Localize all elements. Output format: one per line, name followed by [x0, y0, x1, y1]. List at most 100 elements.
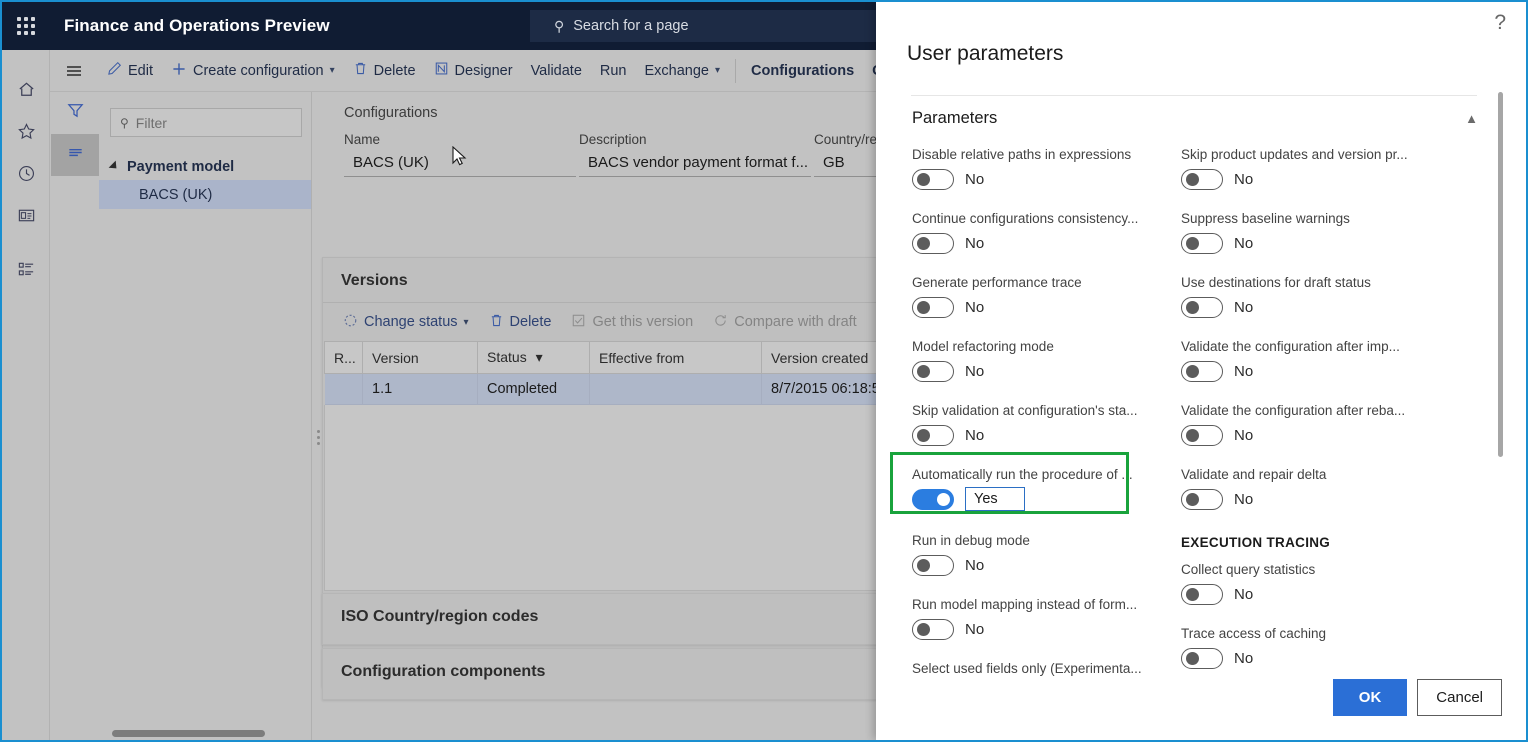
param-run-model-mapping: Run model mapping instead of form... No: [912, 597, 1164, 641]
field-description: Description BACS vendor payment format f…: [579, 132, 811, 177]
tree-group-payment-model[interactable]: Payment model: [99, 154, 311, 180]
param-label: Trace access of caching: [1181, 626, 1327, 641]
column-header-r[interactable]: R...: [324, 341, 363, 374]
app-window: Finance and Operations Preview ⚲ Search …: [0, 0, 1528, 742]
toggle-switch[interactable]: [1181, 360, 1223, 382]
delete-label: Delete: [373, 62, 416, 79]
toggle-switch[interactable]: [1181, 296, 1223, 318]
run-button[interactable]: Run: [591, 50, 636, 92]
list-pane-toggle[interactable]: [51, 134, 99, 176]
toggle-switch[interactable]: [1181, 424, 1223, 446]
question-mark-icon[interactable]: ?: [1494, 12, 1506, 33]
filter-input[interactable]: ⚲ Filter: [110, 108, 302, 137]
sidebar-item-recent[interactable]: [2, 152, 50, 194]
exchange-button[interactable]: Exchange ▾: [636, 50, 730, 92]
change-status-button[interactable]: Change status ▾: [333, 313, 479, 332]
edit-label: Edit: [128, 62, 153, 79]
workspace-icon: [17, 206, 36, 225]
chevron-down-icon: ▾: [715, 65, 721, 76]
field-description-value[interactable]: BACS vendor payment format f...: [579, 152, 811, 177]
pane-resize-handle[interactable]: [317, 430, 320, 445]
trash-icon: [489, 313, 504, 332]
toggle-switch[interactable]: [912, 232, 954, 254]
toggle-switch[interactable]: [912, 488, 954, 510]
param-label: Validate the configuration after reba...: [1181, 403, 1406, 418]
exchange-label: Exchange: [644, 62, 710, 79]
param-label: Skip validation at configuration's sta..…: [912, 403, 1138, 418]
validate-button[interactable]: Validate: [522, 50, 591, 92]
field-name-value[interactable]: BACS (UK): [344, 152, 576, 177]
left-icon-rail: [2, 50, 50, 740]
param-trace-access-of-caching: Trace access of caching No: [1181, 626, 1433, 670]
versions-delete-button[interactable]: Delete: [479, 313, 562, 332]
nav-menu-toggle-icon[interactable]: [50, 50, 98, 92]
get-this-version-button[interactable]: Get this version: [561, 313, 703, 332]
app-launcher-icon[interactable]: [2, 2, 50, 50]
toggle-value[interactable]: Yes: [965, 487, 1025, 511]
sidebar-item-modules[interactable]: [2, 248, 50, 290]
toggle-switch[interactable]: [912, 360, 954, 382]
param-run-in-debug-mode: Run in debug mode No: [912, 533, 1164, 577]
filter-icon: ▾: [535, 349, 543, 365]
cell-version: 1.1: [362, 373, 478, 405]
field-name: Name BACS (UK): [344, 132, 576, 177]
sidebar-item-home[interactable]: [2, 68, 50, 110]
toggle-value: No: [965, 362, 985, 380]
toggle-value: No: [1234, 426, 1254, 444]
toggle-switch[interactable]: [912, 618, 954, 640]
list-pane-horizontal-scrollbar[interactable]: [112, 730, 265, 737]
list-item-bacs-uk[interactable]: BACS (UK): [99, 180, 311, 209]
trash-icon: [353, 61, 368, 80]
cell-r: [324, 373, 363, 405]
delete-button[interactable]: Delete: [344, 50, 425, 92]
edit-button[interactable]: Edit: [98, 50, 162, 92]
toggle-switch[interactable]: [1181, 488, 1223, 510]
parameters-group-header[interactable]: Parameters ▲: [912, 109, 1478, 128]
toggle-switch[interactable]: [912, 168, 954, 190]
designer-button[interactable]: Designer: [425, 50, 522, 92]
param-label: Validate the configuration after imp...: [1181, 339, 1400, 354]
toggle-value: No: [1234, 585, 1254, 603]
cell-status: Completed: [477, 373, 590, 405]
cancel-button[interactable]: Cancel: [1417, 679, 1502, 716]
toggle-switch[interactable]: [912, 296, 954, 318]
toggle-switch[interactable]: [1181, 583, 1223, 605]
list-lines-icon: [66, 143, 85, 167]
param-label: Automatically run the procedure of ...: [912, 467, 1133, 482]
toggle-switch[interactable]: [1181, 232, 1223, 254]
param-label: Collect query statistics: [1181, 562, 1316, 577]
sidebar-item-workspaces[interactable]: [2, 194, 50, 236]
toggle-switch[interactable]: [912, 424, 954, 446]
param-label: Validate and repair delta: [1181, 467, 1327, 482]
tab-configurations[interactable]: Configurations: [742, 50, 863, 92]
ok-button[interactable]: OK: [1332, 679, 1408, 716]
filter-pane-toggle[interactable]: [51, 92, 99, 134]
expand-triangle-icon: [108, 160, 120, 172]
param-label: Select used fields only (Experimenta...: [912, 661, 1142, 676]
param-skip-validation-at-configuration-status: Skip validation at configuration's sta..…: [912, 403, 1164, 447]
parameters-left-column: Disable relative paths in expressions No…: [912, 147, 1164, 696]
param-label: Generate performance trace: [912, 275, 1082, 290]
toggle-value: No: [1234, 649, 1254, 667]
column-header-status-label: Status: [487, 349, 527, 365]
search-placeholder: Search for a page: [573, 18, 689, 34]
toggle-switch[interactable]: [1181, 647, 1223, 669]
column-header-version[interactable]: Version: [362, 341, 478, 374]
toggle-switch[interactable]: [1181, 168, 1223, 190]
column-header-status[interactable]: Status ▾: [477, 341, 590, 374]
param-suppress-baseline-warnings: Suppress baseline warnings No: [1181, 211, 1433, 255]
panel-vertical-scrollbar[interactable]: [1498, 92, 1503, 457]
create-configuration-button[interactable]: Create configuration ▾: [162, 50, 344, 92]
sidebar-item-favorites[interactable]: [2, 110, 50, 152]
funnel-icon: [66, 101, 85, 125]
toggle-value: No: [1234, 490, 1254, 508]
param-generate-performance-trace: Generate performance trace No: [912, 275, 1164, 319]
column-header-effective-from[interactable]: Effective from: [589, 341, 762, 374]
panel-divider: [911, 95, 1477, 96]
filter-placeholder: Filter: [135, 114, 167, 131]
param-label: Disable relative paths in expressions: [912, 147, 1132, 162]
param-label: Skip product updates and version pr...: [1181, 147, 1408, 162]
pencil-icon: [107, 61, 122, 80]
compare-with-draft-button[interactable]: Compare with draft: [703, 313, 867, 332]
toggle-switch[interactable]: [912, 554, 954, 576]
